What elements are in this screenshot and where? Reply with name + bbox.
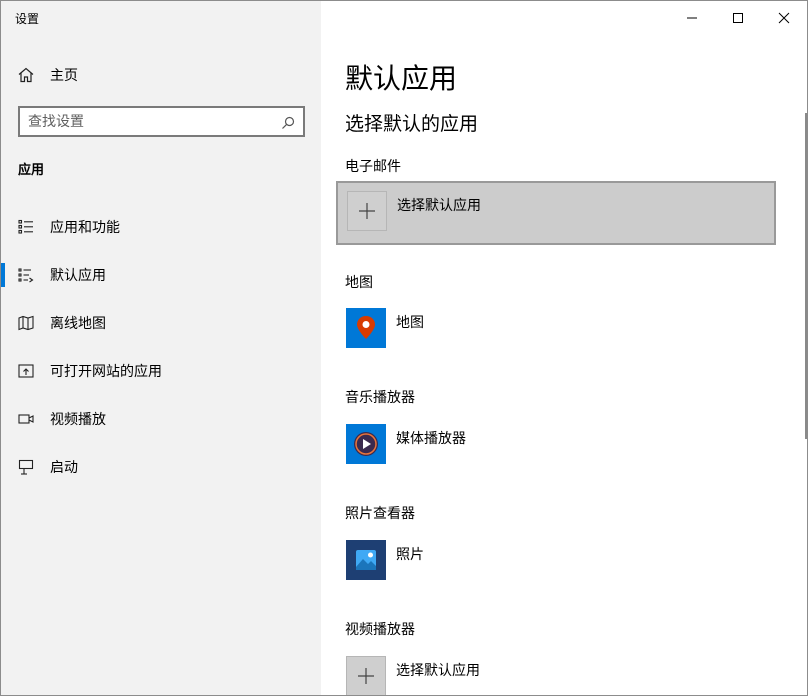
offline-maps-icon: [18, 315, 34, 331]
sidebar: 设置 主页 应用: [1, 1, 321, 695]
sidebar-item-default-apps[interactable]: 默认应用: [1, 255, 321, 295]
sidebar-item-label: 可打开网站的应用: [50, 364, 162, 380]
apps-for-websites-icon: [18, 363, 34, 379]
home-nav[interactable]: 主页: [17, 65, 78, 85]
vertical-scrollbar[interactable]: [805, 113, 807, 439]
page-title: 默认应用: [345, 62, 458, 95]
photos-icon: [346, 540, 386, 580]
category-label-music-player: 音乐播放器: [345, 390, 415, 406]
photos-default-app-button[interactable]: 照片: [336, 531, 776, 595]
page-subheading: 选择默认的应用: [345, 113, 479, 135]
sidebar-item-label: 默认应用: [50, 268, 106, 284]
video-playback-icon: [18, 411, 34, 427]
email-default-app-button[interactable]: 选择默认应用: [336, 181, 776, 245]
home-icon: [17, 66, 35, 84]
section-title: 应用: [18, 163, 45, 178]
plus-icon: [347, 191, 387, 231]
settings-window: 设置 主页 应用: [0, 0, 808, 696]
startup-icon: [18, 459, 34, 475]
sidebar-item-label: 应用和功能: [50, 220, 120, 236]
sidebar-item-offline-maps[interactable]: 离线地图: [1, 303, 321, 343]
media-player-icon: [346, 424, 386, 464]
search-input[interactable]: [28, 113, 281, 130]
apps-features-icon: [18, 219, 34, 235]
main-content: 默认应用 选择默认的应用 电子邮件 选择默认应用 地图 地图 音乐播放器 媒体播…: [321, 1, 807, 695]
sidebar-item-apps-features[interactable]: 应用和功能: [1, 207, 321, 247]
sidebar-item-startup[interactable]: 启动: [1, 447, 321, 487]
sidebar-item-label: 启动: [50, 460, 78, 476]
app-name: 照片: [396, 547, 424, 563]
sidebar-item-label: 离线地图: [50, 316, 106, 332]
video-default-app-button[interactable]: 选择默认应用: [336, 647, 776, 695]
category-label-photo-viewer: 照片查看器: [345, 506, 415, 522]
app-name: 地图: [396, 315, 424, 331]
home-label: 主页: [50, 68, 78, 84]
sidebar-item-label: 视频播放: [50, 412, 106, 428]
sidebar-item-apps-for-websites[interactable]: 可打开网站的应用: [1, 351, 321, 391]
default-apps-icon: [18, 267, 34, 283]
selected-indicator: [1, 263, 5, 287]
music-default-app-button[interactable]: 媒体播放器: [336, 415, 776, 479]
app-name: 媒体播放器: [396, 431, 466, 447]
search-box[interactable]: [18, 106, 305, 137]
category-label-maps: 地图: [345, 275, 373, 291]
sidebar-item-video-playback[interactable]: 视频播放: [1, 399, 321, 439]
category-label-video-player: 视频播放器: [345, 622, 415, 638]
maps-default-app-button[interactable]: 地图: [336, 299, 776, 363]
app-name: 选择默认应用: [397, 198, 481, 214]
app-name: 选择默认应用: [396, 663, 480, 679]
search-icon[interactable]: [281, 115, 295, 129]
maps-pin-icon: [346, 308, 386, 348]
category-label-email: 电子邮件: [345, 159, 401, 175]
window-title: 设置: [15, 12, 40, 26]
plus-icon: [346, 656, 386, 695]
